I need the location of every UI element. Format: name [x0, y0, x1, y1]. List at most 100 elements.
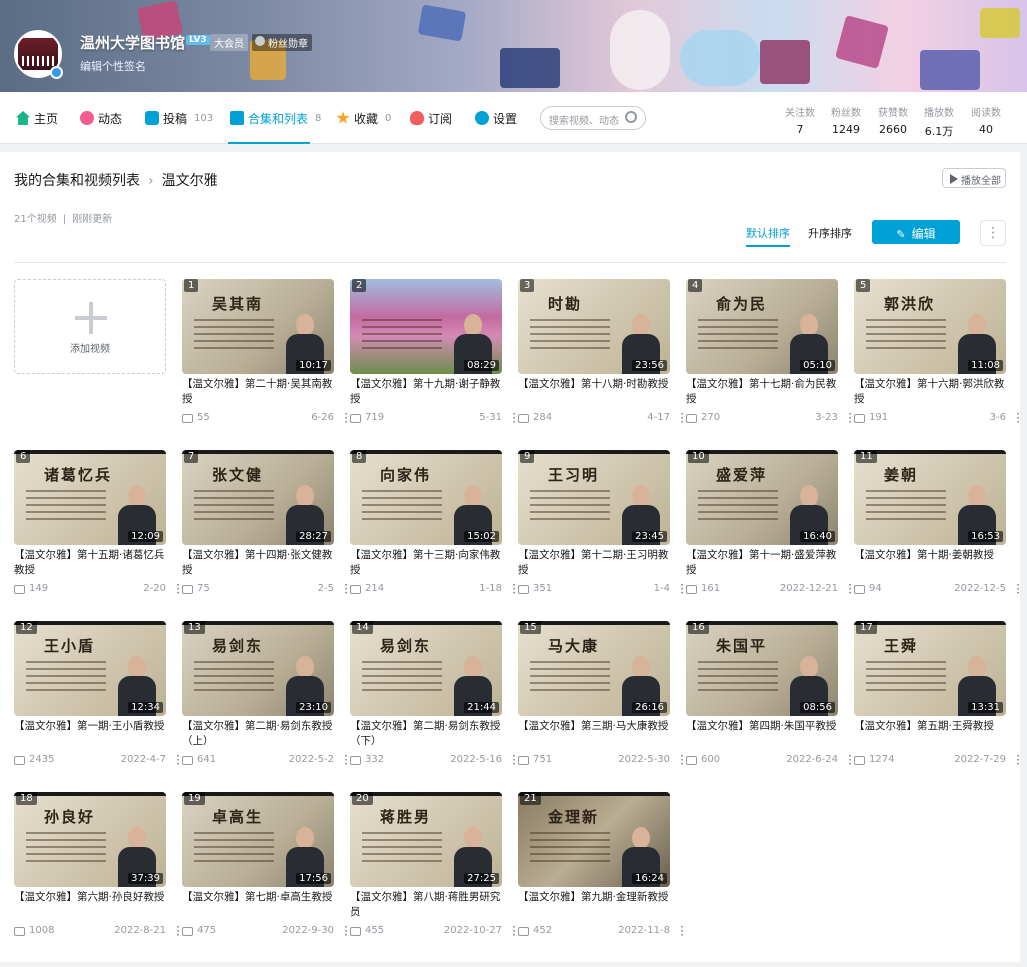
video-thumbnail[interactable]: 王小盾 12 12:34 — [14, 621, 166, 716]
sort-asc-button[interactable]: 升序排序 — [808, 225, 852, 241]
video-thumbnail[interactable]: 易剑东 13 23:10 — [182, 621, 334, 716]
breadcrumb-root[interactable]: 我的合集和视频列表 — [14, 173, 140, 189]
tab-favorites[interactable]: 收藏 0 — [336, 110, 391, 126]
more-vert-icon[interactable]: · · · — [1014, 579, 1022, 599]
video-title[interactable]: 【温文尔雅】第九期·金理新教授 — [518, 890, 674, 922]
video-thumbnail[interactable]: 金理新 21 16:24 — [518, 792, 670, 887]
video-thumbnail[interactable]: 时勘 3 23:56 — [518, 279, 670, 374]
more-vert-icon[interactable]: · · · — [678, 579, 686, 599]
video-thumbnail[interactable]: 马大康 15 26:16 — [518, 621, 670, 716]
video-title[interactable]: 【温文尔雅】第二期·易剑东教授（下） — [350, 719, 506, 751]
video-thumbnail[interactable]: 盛爱萍 10 16:40 — [686, 450, 838, 545]
tab-collections[interactable]: 合集和列表 8 — [230, 110, 321, 126]
more-vert-icon[interactable]: · · · — [678, 750, 686, 770]
video-card[interactable]: 诸葛忆兵 6 12:09 【温文尔雅】第十五期·诸葛忆兵教授 149 2-20 … — [14, 450, 180, 610]
more-vert-icon[interactable]: · · · — [510, 579, 518, 599]
play-all-button[interactable]: 播放全部 — [942, 168, 1006, 188]
tab-home[interactable]: 主页 — [16, 110, 58, 126]
video-title[interactable]: 【温文尔雅】第八期·蒋胜男研究员 — [350, 890, 506, 922]
tab-settings[interactable]: 设置 — [475, 110, 517, 126]
video-thumbnail[interactable]: 2 08:29 — [350, 279, 502, 374]
video-card[interactable]: 姜朝 11 16:53 【温文尔雅】第十期·姜朝教授 94 2022-12-5 … — [854, 450, 1020, 610]
video-title[interactable]: 【温文尔雅】第十一期·盛爱萍教授 — [686, 548, 842, 580]
video-card[interactable]: 俞为民 4 05:10 【温文尔雅】第十七期·俞为民教授 270 3-23 · ·… — [686, 279, 852, 439]
more-vert-icon[interactable]: · · · — [174, 921, 182, 941]
search-input[interactable]: 搜索视频、动态 — [540, 106, 646, 130]
video-card[interactable]: 王习明 9 23:45 【温文尔雅】第十二期·王习明教授 351 1-4 · · · — [518, 450, 684, 610]
search-icon[interactable] — [625, 111, 637, 123]
more-vert-icon[interactable]: · · · — [174, 579, 182, 599]
video-title[interactable]: 【温文尔雅】第二十期·吴其南教授 — [182, 377, 338, 409]
video-card[interactable]: 2 08:29 【温文尔雅】第十九期·谢子静教授 719 5-31 · · · — [350, 279, 516, 439]
video-thumbnail[interactable]: 卓高生 19 17:56 — [182, 792, 334, 887]
video-title[interactable]: 【温文尔雅】第十二期·王习明教授 — [518, 548, 674, 580]
more-vert-icon[interactable]: · · · — [342, 408, 350, 428]
video-card[interactable]: 卓高生 19 17:56 【温文尔雅】第七期·卓高生教授 475 2022-9-… — [182, 792, 348, 952]
video-title[interactable]: 【温文尔雅】第十六期·郭洪欣教授 — [854, 377, 1010, 409]
video-card[interactable]: 朱国平 16 08:56 【温文尔雅】第四期·朱国平教授 600 2022-6-… — [686, 621, 852, 781]
video-title[interactable]: 【温文尔雅】第六期·孙良好教授 — [14, 890, 170, 922]
user-name[interactable]: 温州大学图书馆 — [80, 32, 185, 53]
video-thumbnail[interactable]: 俞为民 4 05:10 — [686, 279, 838, 374]
video-thumbnail[interactable]: 吴其南 1 10:17 — [182, 279, 334, 374]
video-thumbnail[interactable]: 王习明 9 23:45 — [518, 450, 670, 545]
video-thumbnail[interactable]: 朱国平 16 08:56 — [686, 621, 838, 716]
more-vert-icon[interactable]: · · · — [510, 408, 518, 428]
video-title[interactable]: 【温文尔雅】第七期·卓高生教授 — [182, 890, 338, 922]
video-thumbnail[interactable]: 诸葛忆兵 6 12:09 — [14, 450, 166, 545]
video-card[interactable]: 时勘 3 23:56 【温文尔雅】第十八期·时勘教授 284 4-17 · · · — [518, 279, 684, 439]
video-thumbnail[interactable]: 向家伟 8 15:02 — [350, 450, 502, 545]
video-title[interactable]: 【温文尔雅】第十四期·张文健教授 — [182, 548, 338, 580]
more-options-button[interactable]: ⋮ — [980, 220, 1006, 246]
video-card[interactable]: 蒋胜男 20 27:25 【温文尔雅】第八期·蒋胜男研究员 455 2022-1… — [350, 792, 516, 952]
video-title[interactable]: 【温文尔雅】第三期·马大康教授 — [518, 719, 674, 751]
video-card[interactable]: 金理新 21 16:24 【温文尔雅】第九期·金理新教授 452 2022-11… — [518, 792, 684, 952]
sort-default-button[interactable]: 默认排序 — [746, 225, 790, 247]
more-vert-icon[interactable]: · · · — [846, 750, 854, 770]
video-card[interactable]: 盛爱萍 10 16:40 【温文尔雅】第十一期·盛爱萍教授 161 2022-1… — [686, 450, 852, 610]
video-card[interactable]: 易剑东 13 23:10 【温文尔雅】第二期·易剑东教授（上） 641 2022… — [182, 621, 348, 781]
more-vert-icon[interactable]: · · · — [342, 750, 350, 770]
more-vert-icon[interactable]: · · · — [846, 579, 854, 599]
video-thumbnail[interactable]: 王舜 17 13:31 — [854, 621, 1006, 716]
edit-button[interactable]: 编辑 — [872, 220, 960, 244]
more-vert-icon[interactable]: · · · — [678, 921, 686, 941]
video-title[interactable]: 【温文尔雅】第十七期·俞为民教授 — [686, 377, 842, 409]
video-card[interactable]: 王舜 17 13:31 【温文尔雅】第五期·王舜教授 1274 2022-7-2… — [854, 621, 1020, 781]
add-video-card[interactable]: 添加视频 — [14, 279, 166, 374]
more-vert-icon[interactable]: · · · — [342, 921, 350, 941]
more-vert-icon[interactable]: · · · — [174, 750, 182, 770]
signature-field[interactable]: 编辑个性签名 — [80, 58, 146, 74]
video-thumbnail[interactable]: 孙良好 18 37:39 — [14, 792, 166, 887]
more-vert-icon[interactable]: · · · — [846, 408, 854, 428]
stat-followers[interactable]: 粉丝数 1249 — [826, 104, 866, 136]
video-card[interactable]: 马大康 15 26:16 【温文尔雅】第三期·马大康教授 751 2022-5-… — [518, 621, 684, 781]
video-thumbnail[interactable]: 张文健 7 28:27 — [182, 450, 334, 545]
more-vert-icon[interactable]: · · · — [510, 750, 518, 770]
video-card[interactable]: 吴其南 1 10:17 【温文尔雅】第二十期·吴其南教授 55 6-26 · · · — [182, 279, 348, 439]
tab-dynamic[interactable]: 动态 — [80, 110, 122, 126]
more-vert-icon[interactable]: · · · — [1014, 750, 1022, 770]
video-card[interactable]: 易剑东 14 21:44 【温文尔雅】第二期·易剑东教授（下） 332 2022… — [350, 621, 516, 781]
tab-uploads[interactable]: 投稿 103 — [145, 110, 213, 126]
more-vert-icon[interactable]: · · · — [1014, 408, 1022, 428]
fan-badge[interactable]: 粉丝勋章 — [252, 34, 312, 51]
video-title[interactable]: 【温文尔雅】第五期·王舜教授 — [854, 719, 1010, 751]
video-title[interactable]: 【温文尔雅】第二期·易剑东教授（上） — [182, 719, 338, 751]
video-thumbnail[interactable]: 姜朝 11 16:53 — [854, 450, 1006, 545]
more-vert-icon[interactable]: · · · — [678, 408, 686, 428]
video-title[interactable]: 【温文尔雅】第十九期·谢子静教授 — [350, 377, 506, 409]
video-card[interactable]: 向家伟 8 15:02 【温文尔雅】第十三期·向家伟教授 214 1-18 · ·… — [350, 450, 516, 610]
video-thumbnail[interactable]: 蒋胜男 20 27:25 — [350, 792, 502, 887]
video-thumbnail[interactable]: 郭洪欣 5 11:08 — [854, 279, 1006, 374]
stat-following[interactable]: 关注数 7 — [780, 104, 820, 136]
more-vert-icon[interactable]: · · · — [342, 579, 350, 599]
video-card[interactable]: 郭洪欣 5 11:08 【温文尔雅】第十六期·郭洪欣教授 191 3-6 · · · — [854, 279, 1020, 439]
video-card[interactable]: 王小盾 12 12:34 【温文尔雅】第一期·王小盾教授 2435 2022-4… — [14, 621, 180, 781]
more-vert-icon[interactable]: · · · — [510, 921, 518, 941]
video-title[interactable]: 【温文尔雅】第四期·朱国平教授 — [686, 719, 842, 751]
video-card[interactable]: 孙良好 18 37:39 【温文尔雅】第六期·孙良好教授 1008 2022-8… — [14, 792, 180, 952]
video-title[interactable]: 【温文尔雅】第十八期·时勘教授 — [518, 377, 674, 409]
video-title[interactable]: 【温文尔雅】第十五期·诸葛忆兵教授 — [14, 548, 170, 580]
vip-badge[interactable]: 大会员 — [210, 34, 248, 51]
